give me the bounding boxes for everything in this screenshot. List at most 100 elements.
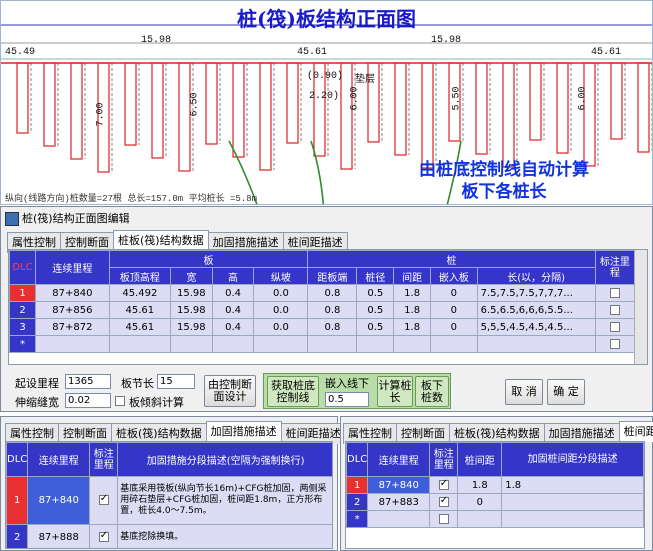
embed-input[interactable]: 0.5 [325,392,369,407]
table-row[interactable]: 187+840 基底采用筏板(纵向节长16m)+CFG桩加固，两侧采用碎石垫层+C… [6,476,332,525]
tab-structure-data[interactable]: 桩板(筏)结构数据 [113,230,209,251]
row-cell[interactable]: 7.5,7.5,7.5,7,7,7... [476,284,596,302]
mark-checkbox[interactable] [609,338,620,349]
row-cell[interactable]: 15.98 [170,301,213,319]
pile-count-button[interactable]: 板下桩数 [415,376,449,407]
row-spacing[interactable]: 1.8 [457,476,503,494]
mark-checkbox[interactable] [609,287,620,298]
row-dlc[interactable]: * [346,510,369,528]
row-cell[interactable] [393,335,432,353]
row-cell[interactable]: 0.4 [211,318,255,336]
row-cell[interactable]: 0.5 [356,284,395,302]
row-cell[interactable]: 0.5 [356,301,395,319]
gap-width-input[interactable]: 0.02 [65,393,111,408]
row-cell[interactable]: 0.8 [307,284,358,302]
row-cell[interactable]: 1.8 [393,284,432,302]
row-cell[interactable]: 0.8 [307,318,358,336]
row-cell[interactable]: 0.0 [253,318,309,336]
row-cell[interactable] [253,335,309,353]
row-cell[interactable]: 0.8 [307,301,358,319]
row-cell[interactable]: 45.61 [108,301,172,319]
row-cell[interactable]: 45.61 [108,318,172,336]
design-from-section-button[interactable]: 由控制断面设计 [204,375,256,407]
row-cell[interactable]: 0.5 [356,318,395,336]
row-mileage[interactable]: 87+888 [27,524,91,548]
row-cell[interactable]: 0 [430,301,478,319]
mark-checkbox[interactable] [98,493,109,505]
row-cell[interactable]: 1.8 [393,301,432,319]
row-mileage[interactable]: 87+840 [367,476,431,494]
mark-checkbox[interactable] [438,495,449,507]
row-mileage[interactable]: 87+840 [35,284,110,302]
table-row[interactable]: 287+888 基底挖除换填。 [6,524,332,548]
row-mark-cell[interactable] [594,284,636,302]
left-tab-reinforcement[interactable]: 加固措施描述 [205,421,282,442]
row-dlc[interactable]: 1 [346,476,369,494]
get-pile-bottom-line-button[interactable]: 获取桩底控制线 [267,376,319,407]
row-desc[interactable] [501,510,644,528]
row-mark-cell[interactable] [594,318,636,336]
row-cell[interactable]: 1.8 [393,318,432,336]
row-dlc[interactable]: 1 [8,284,37,302]
start-mileage-input[interactable]: 1365 [65,374,111,389]
mark-checkbox[interactable] [609,304,620,315]
row-dlc[interactable]: 2 [346,493,369,511]
tilt-checkbox[interactable] [115,396,125,406]
row-cell[interactable]: 45.492 [108,284,172,302]
row-cell[interactable]: 0.0 [253,301,309,319]
row-dlc[interactable]: 2 [6,524,29,548]
row-cell[interactable] [356,335,395,353]
row-cell[interactable]: 0.0 [253,284,309,302]
row-desc[interactable]: 基底挖除换填。 [117,524,332,548]
row-dlc[interactable]: * [8,335,37,353]
row-cell[interactable] [108,335,172,353]
row-mark-cell[interactable] [594,335,636,353]
row-cell[interactable] [170,335,213,353]
row-dlc[interactable]: 2 [8,301,37,319]
row-cell[interactable]: 6.5,6.5,6,6,6,5.5... [476,301,596,319]
mark-checkbox[interactable] [438,478,449,490]
row-mark-cell[interactable] [89,524,119,548]
row-dlc[interactable]: 3 [8,318,37,336]
row-cell[interactable]: 0 [430,318,478,336]
row-mark-cell[interactable] [429,476,459,494]
calc-pile-length-button[interactable]: 计算桩长 [377,376,413,407]
row-cell[interactable]: 0.4 [211,284,255,302]
table-row[interactable]: 2 87+856 45.61 15.98 0.4 0.0 0.8 0.5 1.8 0 6.5,6.5… [8,301,636,319]
row-mileage[interactable]: 87+872 [35,318,110,336]
row-mileage[interactable]: 87+840 [27,476,91,525]
row-cell[interactable] [476,335,596,353]
row-spacing[interactable]: 0 [457,493,503,511]
row-mark-cell[interactable] [429,493,459,511]
table-row[interactable]: 187+840 1.81.8 [346,476,644,494]
table-row[interactable]: 287+883 0 [346,493,644,511]
mark-checkbox[interactable] [609,321,620,332]
row-desc[interactable] [501,493,644,511]
row-cell[interactable]: 0 [430,284,478,302]
row-mileage[interactable]: 87+856 [35,301,110,319]
row-mileage[interactable] [35,335,110,353]
row-cell[interactable]: 5,5,5,4.5,4.5,4.5... [476,318,596,336]
right-tab-pile-spacing[interactable]: 桩间距描述 [618,421,653,442]
mark-checkbox[interactable] [98,530,109,542]
segment-length-input[interactable]: 15 [157,374,195,389]
row-desc[interactable]: 基底采用筏板(纵向节长16m)+CFG桩加固，两侧采用碎石垫层+CFG桩加固，桩… [117,476,332,525]
cancel-button[interactable]: 取 消 [505,379,543,405]
row-spacing[interactable] [457,510,503,528]
row-mark-cell[interactable] [594,301,636,319]
row-mileage[interactable]: 87+883 [367,493,431,511]
row-cell[interactable]: 15.98 [170,284,213,302]
row-cell[interactable] [430,335,478,353]
row-mark-cell[interactable] [429,510,459,528]
mark-checkbox[interactable] [438,513,449,524]
grid-scrollbar[interactable] [634,250,647,364]
table-row[interactable]: 1 87+840 45.492 15.98 0.4 0.0 0.8 0.5 1.8 0 7.5,7.… [8,284,636,302]
row-mileage[interactable] [367,510,431,528]
row-cell[interactable]: 0.4 [211,301,255,319]
ok-button[interactable]: 确 定 [547,379,585,405]
row-cell[interactable]: 15.98 [170,318,213,336]
row-mark-cell[interactable] [89,476,119,525]
table-row[interactable]: 3 87+872 45.61 15.98 0.4 0.0 0.8 0.5 1.8 0 5,5,5,4… [8,318,636,336]
row-cell[interactable] [211,335,255,353]
row-cell[interactable] [307,335,358,353]
